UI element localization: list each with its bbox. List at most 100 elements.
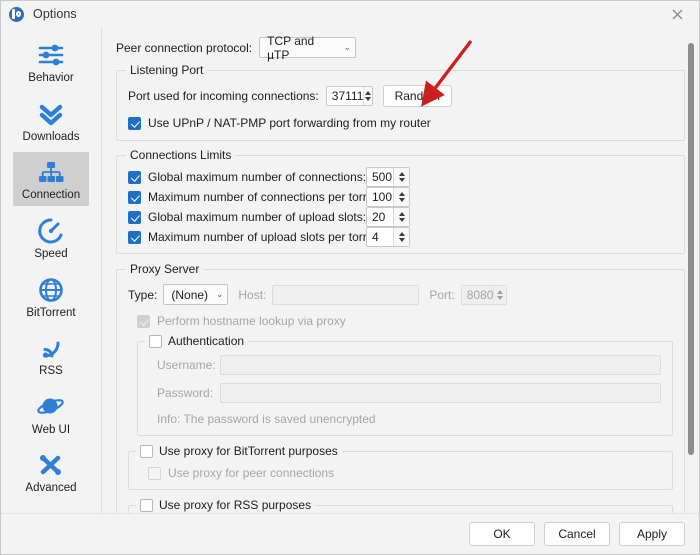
use-proxy-bittorrent-checkbox[interactable] — [140, 444, 153, 458]
sidebar-item-advanced[interactable]: Advanced — [13, 445, 89, 499]
upnp-row[interactable]: Use UPnP / NAT-PMP port forwarding from … — [128, 116, 673, 130]
use-proxy-peers-row[interactable]: Use proxy for peer connections — [148, 466, 661, 480]
ok-button[interactable]: OK — [469, 522, 535, 546]
global-max-connections-checkbox[interactable] — [128, 170, 141, 184]
incoming-port-row: Port used for incoming connections: 3711… — [128, 85, 673, 107]
proxy-port-label: Port: — [429, 287, 455, 302]
chevron-down-icon: ⌄ — [215, 289, 224, 299]
incoming-port-spinner[interactable]: 37111 — [325, 86, 373, 106]
global-max-upload-slots-spinner[interactable]: 20 — [366, 207, 410, 227]
max-connections-per-torrent-spinner[interactable]: 100 — [366, 187, 410, 207]
spinner-arrows-icon[interactable] — [493, 285, 506, 304]
spinner-arrows-icon[interactable] — [393, 188, 409, 206]
max-upload-slots-per-torrent-checkbox[interactable] — [128, 230, 141, 244]
connections-limits-title: Connections Limits — [126, 148, 236, 162]
vertical-scrollbar[interactable] — [688, 41, 694, 511]
qbittorrent-logo-icon — [9, 6, 24, 22]
globe-icon — [30, 275, 72, 305]
proxy-port-value: 8080 — [466, 287, 494, 302]
speedometer-icon — [30, 216, 72, 246]
sidebar-item-speed[interactable]: Speed — [13, 211, 89, 265]
proxy-host-label: Host: — [238, 287, 267, 302]
connections-limits-group: Connections Limits Global maximum number… — [116, 148, 685, 254]
max-connections-per-torrent-checkbox[interactable] — [128, 190, 141, 204]
global-max-connections-value: 500 — [372, 170, 393, 184]
sidebar-item-behavior[interactable]: Behavior — [13, 35, 89, 89]
tools-icon — [30, 450, 72, 480]
authentication-title[interactable]: Authentication — [145, 334, 249, 348]
limit-row[interactable]: Global maximum number of connections: 50… — [128, 167, 673, 187]
username-input[interactable] — [220, 355, 661, 375]
spinner-arrows-icon[interactable] — [393, 228, 409, 246]
sidebar-item-downloads[interactable]: Downloads — [13, 94, 89, 148]
global-max-upload-slots-value: 20 — [372, 210, 386, 224]
use-proxy-bittorrent-title[interactable]: Use proxy for BitTorrent purposes — [136, 444, 342, 458]
sidebar-item-bittorrent[interactable]: BitTorrent — [13, 270, 89, 324]
random-port-button[interactable]: Random — [382, 85, 452, 107]
password-info-row: Info: The password is saved unencrypted — [157, 412, 661, 426]
hostname-lookup-row[interactable]: Perform hostname lookup via proxy — [137, 314, 673, 328]
limit-row[interactable]: Global maximum number of upload slots: 2… — [128, 207, 673, 227]
peer-protocol-select[interactable]: TCP and µTP ⌄ — [259, 34, 357, 62]
proxy-rss-group: Use proxy for RSS purposes — [128, 498, 673, 513]
sidebar-item-label: Speed — [34, 247, 68, 260]
planet-icon — [30, 392, 72, 422]
cancel-button[interactable]: Cancel — [544, 522, 610, 546]
global-max-upload-slots-checkbox[interactable] — [128, 210, 141, 224]
use-proxy-rss-title[interactable]: Use proxy for RSS purposes — [136, 498, 316, 512]
peer-protocol-label: Peer connection protocol: — [116, 40, 253, 55]
username-label: Username: — [157, 358, 216, 372]
use-proxy-bittorrent-label: Use proxy for BitTorrent purposes — [159, 444, 338, 458]
sidebar-item-label: Web UI — [31, 423, 71, 436]
hostname-lookup-checkbox[interactable] — [137, 314, 150, 328]
max-connections-per-torrent-value: 100 — [372, 190, 393, 204]
dialog-footer: OK Cancel Apply — [1, 513, 699, 554]
double-chevron-down-icon — [30, 99, 72, 129]
proxy-type-row: Type: (None) ⌄ Host: Port: 8080 — [128, 284, 673, 305]
spinner-arrows-icon[interactable] — [393, 208, 409, 226]
sidebar-item-web-ui[interactable]: Web UI — [13, 387, 89, 441]
peer-protocol-value: TCP and µTP — [267, 33, 315, 62]
password-input[interactable] — [220, 383, 661, 403]
listening-port-group: Listening Port Port used for incoming co… — [116, 63, 685, 141]
sliders-icon — [30, 40, 72, 70]
authentication-label: Authentication — [168, 334, 245, 348]
proxy-port-spinner[interactable]: 8080 — [460, 284, 507, 305]
cancel-label: Cancel — [558, 527, 596, 541]
use-proxy-peers-label: Use proxy for peer connections — [168, 466, 335, 480]
connection-settings-pane: Peer connection protocol: TCP and µTP ⌄ … — [102, 27, 699, 513]
proxy-server-group: Proxy Server Type: (None) ⌄ Host: Port: … — [116, 262, 685, 513]
apply-button[interactable]: Apply — [619, 522, 685, 546]
spinner-arrows-icon[interactable] — [393, 168, 409, 186]
random-port-label: Random — [394, 89, 440, 103]
max-upload-slots-per-torrent-spinner[interactable]: 4 — [366, 227, 410, 247]
dialog-body: Behavior Downloads Connection Speed BitT… — [1, 27, 699, 513]
close-icon[interactable] — [655, 1, 699, 27]
max-upload-slots-per-torrent-value: 4 — [372, 230, 379, 244]
scroll-viewport: Peer connection protocol: TCP and µTP ⌄ … — [102, 27, 699, 513]
use-proxy-rss-checkbox[interactable] — [140, 498, 153, 512]
global-max-connections-spinner[interactable]: 500 — [366, 167, 410, 187]
incoming-port-value: 37111 — [331, 89, 364, 103]
network-icon — [30, 157, 72, 187]
sidebar-item-connection[interactable]: Connection — [13, 152, 89, 206]
use-proxy-peers-checkbox[interactable] — [148, 466, 161, 480]
authentication-checkbox[interactable] — [149, 334, 162, 348]
scrollbar-thumb[interactable] — [688, 43, 694, 455]
proxy-authentication-group: Authentication Username: Password: Info:… — [137, 334, 673, 436]
hostname-lookup-label: Perform hostname lookup via proxy — [157, 314, 346, 328]
settings-content: Peer connection protocol: TCP and µTP ⌄ … — [102, 27, 699, 513]
sidebar-item-label: Downloads — [22, 130, 80, 143]
upnp-checkbox[interactable] — [128, 116, 141, 130]
proxy-host-input[interactable] — [272, 284, 420, 305]
sidebar-item-rss[interactable]: RSS — [13, 328, 89, 382]
limit-row[interactable]: Maximum number of connections per torren… — [128, 187, 673, 207]
limit-row[interactable]: Maximum number of upload slots per torre… — [128, 227, 673, 247]
password-info-text: Info: The password is saved unencrypted — [157, 412, 376, 426]
window-title: Options — [33, 7, 77, 21]
sidebar-item-label: Advanced — [25, 482, 77, 495]
spinner-arrows-icon[interactable] — [363, 87, 372, 105]
settings-sidebar: Behavior Downloads Connection Speed BitT… — [1, 27, 102, 513]
sidebar-item-label: RSS — [39, 365, 63, 378]
proxy-type-select[interactable]: (None) ⌄ — [163, 284, 229, 305]
